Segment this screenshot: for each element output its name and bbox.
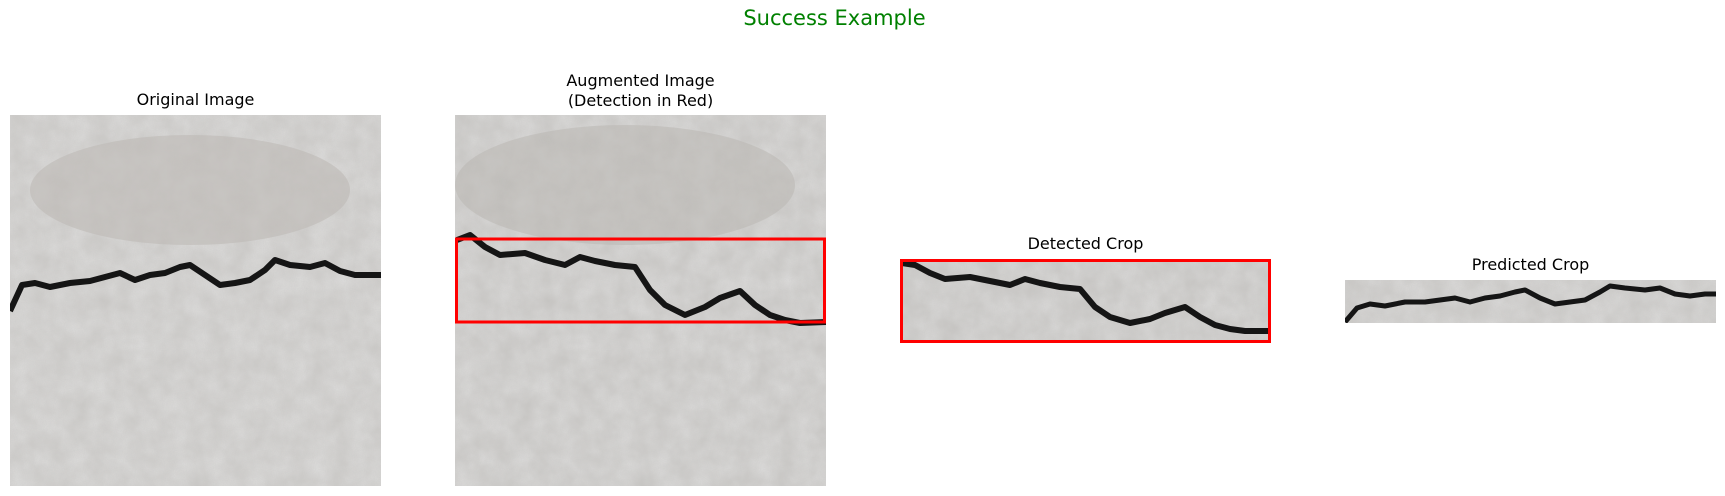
figure-title: Success Example bbox=[743, 6, 926, 30]
original-image-title: Original Image bbox=[136, 90, 255, 109]
predicted-crop-title: Predicted Crop bbox=[1471, 255, 1590, 274]
predicted-crop bbox=[1345, 280, 1716, 323]
augmented-image bbox=[455, 115, 826, 486]
detected-crop-title: Detected Crop bbox=[1027, 234, 1144, 253]
original-image bbox=[10, 115, 381, 486]
detected-crop bbox=[900, 259, 1271, 343]
augmented-image-title-line1: Augmented Image bbox=[566, 71, 715, 90]
augmented-image-title-line2: (Detection in Red) bbox=[567, 91, 714, 110]
augmented-image-title: Augmented Image (Detection in Red) bbox=[455, 71, 826, 111]
